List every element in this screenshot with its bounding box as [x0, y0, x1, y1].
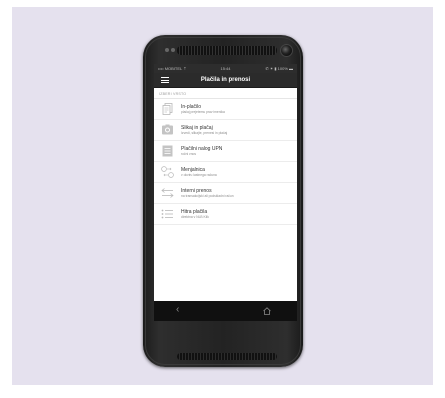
bottom-speaker-grille — [177, 353, 277, 360]
document-icon — [162, 103, 173, 115]
page-title: Plačila in prenosi — [200, 77, 251, 83]
item-subtitle: plačaj prejetemu prav imenika — [181, 110, 225, 114]
currency-exchange-icon — [161, 166, 174, 178]
item-subtitle: na transakcijski ali podskladni račun — [181, 194, 234, 198]
status-bar: •••• MOBITEL ⇡ 15:44 ✆ ✶ ▮ 100% ▬ — [154, 64, 297, 73]
list-item-in-placilo[interactable]: In-plačilo plačaj prejetemu prav imenika — [154, 99, 297, 120]
top-speaker-grille — [177, 46, 277, 55]
front-camera — [280, 44, 293, 57]
list-item-placilni-nalog-upn[interactable]: Plačilni nalog UPN ročni vnos — [154, 141, 297, 162]
item-subtitle: v okviru lastnega računa — [181, 173, 217, 177]
item-subtitle: ročni vnos — [181, 152, 197, 156]
list-item-slikaj-in-placaj[interactable]: Slikaj in plačaj Izvedi, slikajte, prene… — [154, 120, 297, 141]
home-nav-icon[interactable] — [262, 306, 272, 316]
item-subtitle: Izvedi, slikajte, prenesi in plačaj — [181, 131, 228, 135]
item-subtitle: direktna v NLB Klik — [181, 215, 209, 219]
list-icon — [161, 209, 173, 219]
status-icons: ✆ ✶ ▮ 100% ▬ — [265, 66, 293, 71]
android-nav-bar: ‹ — [154, 301, 297, 321]
phone-device: •••• MOBITEL ⇡ 15:44 ✆ ✶ ▮ 100% ▬ Plačil… — [143, 35, 303, 367]
list-item-interni-prenos[interactable]: Interni prenos na transakcijski ali pods… — [154, 183, 297, 204]
transfer-arrows-icon — [161, 188, 174, 198]
light-sensor — [171, 48, 175, 52]
proximity-sensor — [165, 48, 169, 52]
phone-screen: •••• MOBITEL ⇡ 15:44 ✆ ✶ ▮ 100% ▬ Plačil… — [154, 64, 297, 321]
list-item-menjalnica[interactable]: Menjalnica v okviru lastnega računa — [154, 162, 297, 183]
back-nav-icon[interactable]: ‹ — [176, 304, 179, 315]
list-item-hitra-placila[interactable]: Hitra plačila direktna v NLB Klik — [154, 204, 297, 225]
form-icon — [162, 145, 173, 157]
camera-icon — [162, 124, 173, 135]
section-header: IZBERI VRSTO — [154, 88, 297, 99]
app-bar: Plačila in prenosi — [154, 73, 297, 88]
